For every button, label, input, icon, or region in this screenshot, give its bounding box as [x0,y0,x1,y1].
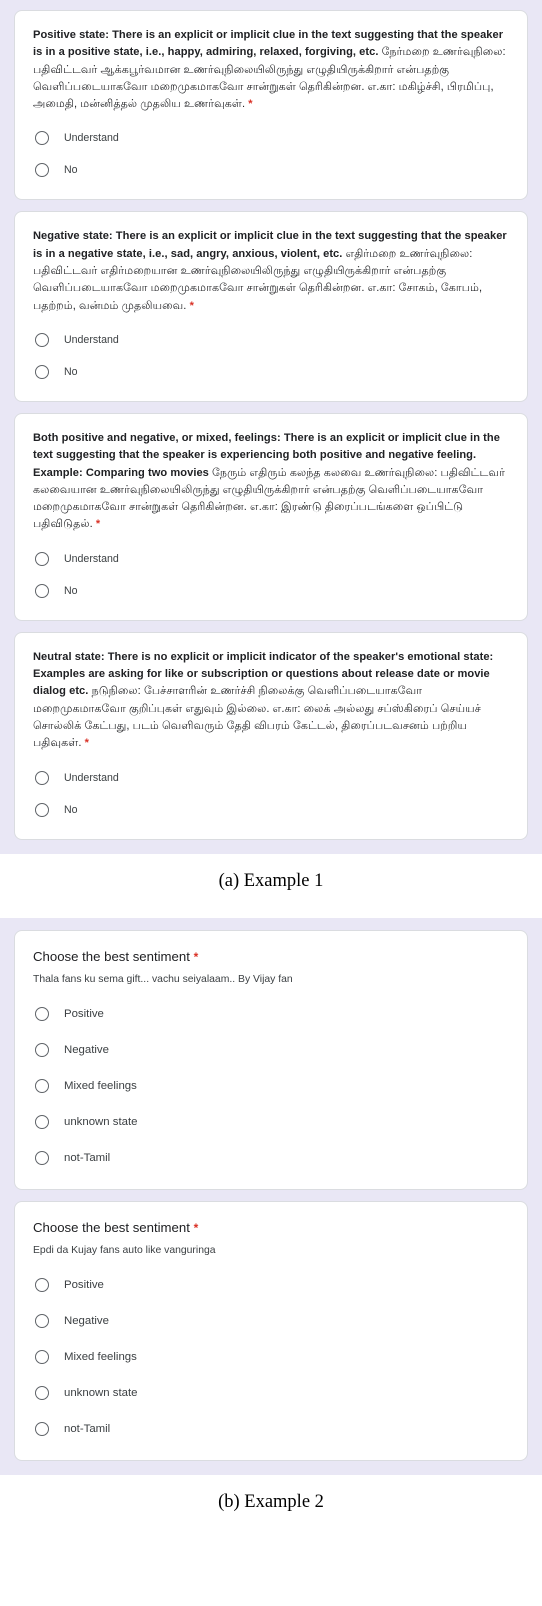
radio-circle-icon[interactable] [35,332,49,347]
radio-circle-icon[interactable] [35,802,49,817]
radio-circle-icon[interactable] [35,364,49,379]
question-title-1: Choose the best sentiment * [33,947,509,967]
required-asterisk: * [193,949,199,964]
radio-circle-icon[interactable] [35,1150,49,1165]
required-asterisk: * [189,299,194,312]
radio-circle-icon[interactable] [35,1042,49,1057]
radio-option-no[interactable]: No [35,157,509,183]
form-card-mixed-feelings: Both positive and negative, or mixed, fe… [14,412,528,621]
radio-group-neutral-state: Understand No [35,765,509,823]
radio-circle-icon[interactable] [35,1313,49,1328]
radio-option-label: not-Tamil [64,1422,111,1435]
required-asterisk: * [193,1220,199,1235]
question-subtitle-1: Thala fans ku sema gift... vachu seiyala… [33,973,293,985]
radio-option-negative[interactable]: Negative [35,1035,509,1065]
form-screenshot-panel-b: Choose the best sentiment * Thala fans k… [0,917,542,1475]
radio-option-mixed-feelings[interactable]: Mixed feelings [35,1342,509,1372]
radio-group-negative-state: Understand No [35,327,509,385]
radio-option-label: Understand [64,333,119,346]
radio-option-no[interactable]: No [35,797,509,823]
form-card-neutral-state: Neutral state: There is no explicit or i… [14,631,528,840]
radio-circle-icon[interactable] [35,1277,49,1292]
radio-option-positive[interactable]: Positive [35,999,509,1029]
radio-option-unknown-state[interactable]: unknown state [35,1107,509,1137]
radio-group-sentiment-1: Positive Negative Mixed feelings unknown… [35,999,509,1173]
radio-group-positive-state: Understand No [35,125,509,183]
prompt-neutral-state: Neutral state: There is no explicit or i… [33,649,509,753]
radio-option-label: No [64,164,78,177]
question-title-text: Choose the best sentiment [33,1219,190,1235]
radio-group-mixed-feelings: Understand No [35,546,509,604]
radio-circle-icon[interactable] [35,583,49,598]
radio-circle-icon[interactable] [35,770,49,785]
radio-option-understand[interactable]: Understand [35,765,509,791]
radio-option-understand[interactable]: Understand [35,327,509,353]
radio-option-label: No [64,803,78,816]
radio-circle-icon[interactable] [35,1114,49,1129]
figure-example-1: Positive state: There is an explicit or … [0,0,542,918]
prompt-text-ta: நடுநிலை: பேச்சாளரின் உணர்ச்சி நிலைக்கு வ… [33,685,481,750]
radio-option-positive[interactable]: Positive [35,1270,509,1300]
required-asterisk: * [95,518,101,531]
prompt-positive-state: Positive state: There is an explicit or … [33,27,509,113]
form-card-sentiment-1: Choose the best sentiment * Thala fans k… [14,929,528,1190]
radio-option-label: unknown state [64,1386,138,1399]
radio-option-label: Negative [64,1043,109,1056]
required-asterisk: * [248,98,253,111]
radio-option-label: Understand [64,132,119,145]
radio-option-unknown-state[interactable]: unknown state [35,1378,509,1408]
radio-circle-icon[interactable] [35,1078,49,1093]
radio-circle-icon[interactable] [35,163,49,178]
radio-option-label: No [64,584,78,597]
form-card-positive-state: Positive state: There is an explicit or … [14,10,528,201]
radio-option-not-tamil[interactable]: not-Tamil [35,1414,509,1444]
radio-circle-icon[interactable] [35,551,49,566]
form-card-sentiment-2: Choose the best sentiment * Epdi da Kuja… [14,1200,528,1461]
required-asterisk: * [84,737,89,750]
radio-option-understand[interactable]: Understand [35,546,509,572]
question-subtitle-2: Epdi da Kujay fans auto like vanguringa [33,1244,216,1256]
figure-example-2: Choose the best sentiment * Thala fans k… [0,917,542,1517]
question-title-2: Choose the best sentiment * [33,1218,509,1238]
radio-option-label: Positive [64,1007,104,1020]
radio-option-label: Mixed feelings [64,1079,137,1092]
radio-option-negative[interactable]: Negative [35,1306,509,1336]
figure-caption-a: (a) Example 1 [218,870,324,891]
radio-group-sentiment-2: Positive Negative Mixed feelings unknown… [35,1270,509,1444]
radio-option-label: Negative [64,1314,109,1327]
radio-option-no[interactable]: No [35,359,509,385]
figure-caption-b: (b) Example 2 [218,1491,324,1512]
radio-option-label: No [64,365,78,378]
radio-option-label: not-Tamil [64,1151,111,1164]
prompt-negative-state: Negative state: There is an explicit or … [33,228,509,314]
radio-circle-icon[interactable] [35,131,49,146]
radio-circle-icon[interactable] [35,1006,49,1021]
radio-option-label: Understand [64,552,119,565]
prompt-mixed-feelings: Both positive and negative, or mixed, fe… [33,430,509,534]
form-card-negative-state: Negative state: There is an explicit or … [14,211,528,402]
radio-option-understand[interactable]: Understand [35,125,509,151]
radio-option-label: Understand [64,771,119,784]
radio-option-no[interactable]: No [35,578,509,604]
question-title-text: Choose the best sentiment [33,948,190,964]
radio-option-label: Mixed feelings [64,1350,137,1363]
radio-circle-icon[interactable] [35,1349,49,1364]
radio-circle-icon[interactable] [35,1385,49,1400]
radio-circle-icon[interactable] [35,1421,49,1436]
radio-option-label: Positive [64,1278,104,1291]
radio-option-label: unknown state [64,1115,138,1128]
radio-option-mixed-feelings[interactable]: Mixed feelings [35,1071,509,1101]
form-screenshot-panel-a: Positive state: There is an explicit or … [0,0,542,854]
radio-option-not-tamil[interactable]: not-Tamil [35,1143,509,1173]
